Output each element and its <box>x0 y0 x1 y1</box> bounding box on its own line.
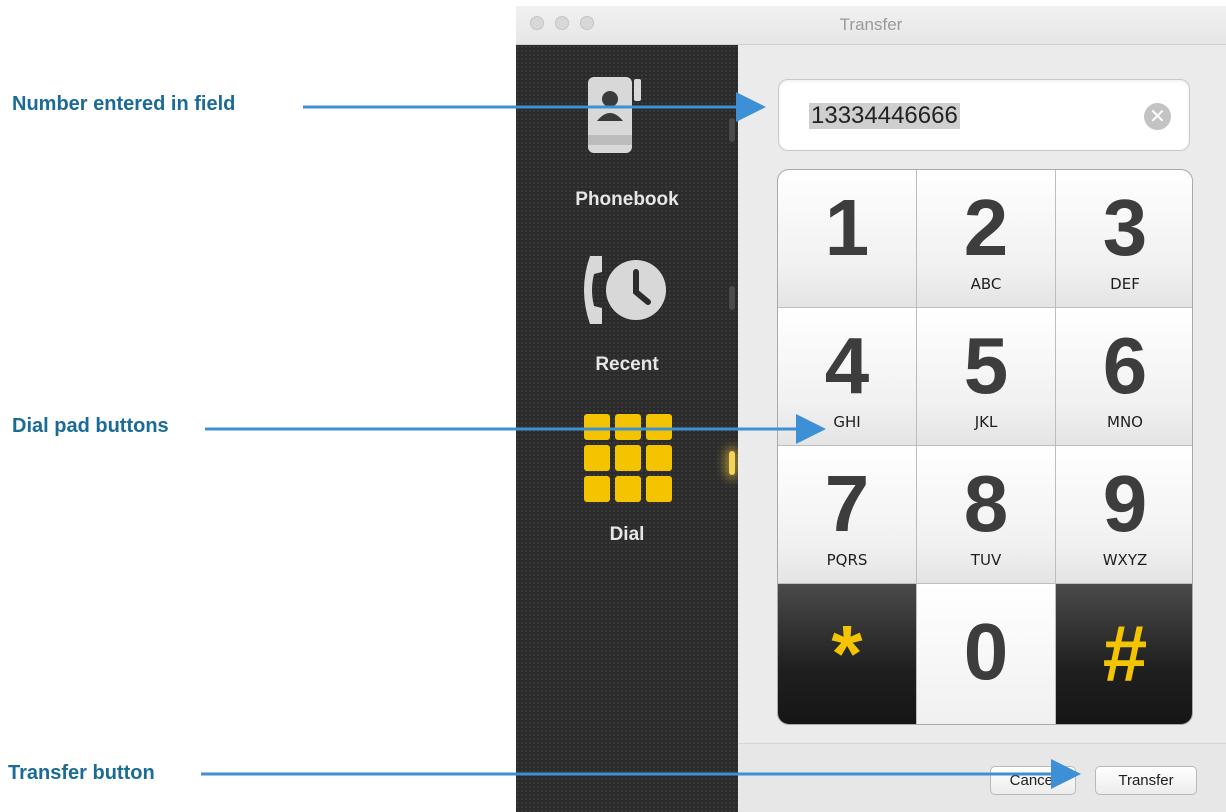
key-hash[interactable]: # <box>1056 584 1192 724</box>
key-letters: JKL <box>974 413 998 431</box>
dialpad-icon <box>584 414 672 502</box>
key-digit: 7 <box>824 459 870 548</box>
sidebar-indicator-recent <box>729 286 735 310</box>
sidebar-item-recent[interactable]: Recent <box>516 250 738 380</box>
key-2[interactable]: 2 ABC <box>917 170 1055 307</box>
title-bar: Transfer <box>516 6 1226 45</box>
window-title: Transfer <box>839 15 903 34</box>
key-digit: 2 <box>963 183 1009 272</box>
dial-pad: 1 2 ABC 3 DEF 4 GHI 5 JKL 6 MNO 7 PQRS 8 TUV 9 W… <box>777 169 1193 725</box>
key-digit: 4 <box>824 321 870 410</box>
key-5[interactable]: 5 JKL <box>917 308 1055 445</box>
key-letters: MNO <box>1107 413 1143 431</box>
key-1[interactable]: 1 <box>778 170 916 307</box>
key-digit: # <box>1102 609 1148 698</box>
sidebar-indicator-dial <box>729 451 735 475</box>
button-bar: Cancel Transfer <box>738 743 1226 812</box>
key-3[interactable]: 3 DEF <box>1056 170 1192 307</box>
key-9[interactable]: 9 WXYZ <box>1056 446 1192 583</box>
callout-number-field: Number entered in field <box>12 93 236 115</box>
dial-pane: 13334446666 ✕ 1 2 ABC 3 DEF 4 GHI 5 JKL 6 MNO… <box>738 45 1226 812</box>
sidebar-indicator-phonebook <box>729 118 735 142</box>
transfer-window: Transfer Phonebook Recent Dial 133344466… <box>516 6 1226 812</box>
number-value: 13334446666 <box>809 102 960 129</box>
sidebar-item-phonebook[interactable]: Phonebook <box>516 75 738 215</box>
recent-calls-icon <box>584 256 666 324</box>
key-star[interactable]: * <box>778 584 916 724</box>
key-0[interactable]: 0 <box>917 584 1055 724</box>
key-letters: GHI <box>833 413 861 431</box>
key-digit: 1 <box>824 183 870 272</box>
sidebar-item-dial[interactable]: Dial <box>516 414 738 549</box>
number-field[interactable]: 13334446666 ✕ <box>778 79 1190 151</box>
sidebar: Phonebook Recent Dial <box>516 45 738 812</box>
sidebar-item-label: Phonebook <box>575 189 679 210</box>
transfer-button[interactable]: Transfer <box>1095 766 1197 795</box>
key-digit: 8 <box>963 459 1009 548</box>
callout-transfer-button: Transfer button <box>8 762 155 784</box>
clear-icon[interactable]: ✕ <box>1144 103 1171 130</box>
key-letters: TUV <box>970 551 1002 569</box>
callout-dial-pad: Dial pad buttons <box>12 415 169 437</box>
sidebar-item-label: Recent <box>595 354 659 375</box>
key-6[interactable]: 6 MNO <box>1056 308 1192 445</box>
key-digit: 6 <box>1102 321 1148 410</box>
key-digit: 5 <box>963 321 1009 410</box>
key-letters: WXYZ <box>1102 551 1148 569</box>
key-digit: 0 <box>963 607 1009 696</box>
key-7[interactable]: 7 PQRS <box>778 446 916 583</box>
key-letters: DEF <box>1110 275 1140 293</box>
sidebar-item-label: Dial <box>609 524 645 545</box>
key-4[interactable]: 4 GHI <box>778 308 916 445</box>
key-digit: * <box>831 609 863 698</box>
phonebook-icon <box>588 77 641 153</box>
key-letters: ABC <box>970 275 1002 293</box>
cancel-button[interactable]: Cancel <box>990 766 1076 795</box>
key-8[interactable]: 8 TUV <box>917 446 1055 583</box>
key-digit: 3 <box>1102 183 1148 272</box>
key-digit: 9 <box>1102 459 1148 548</box>
key-letters: PQRS <box>826 551 868 569</box>
